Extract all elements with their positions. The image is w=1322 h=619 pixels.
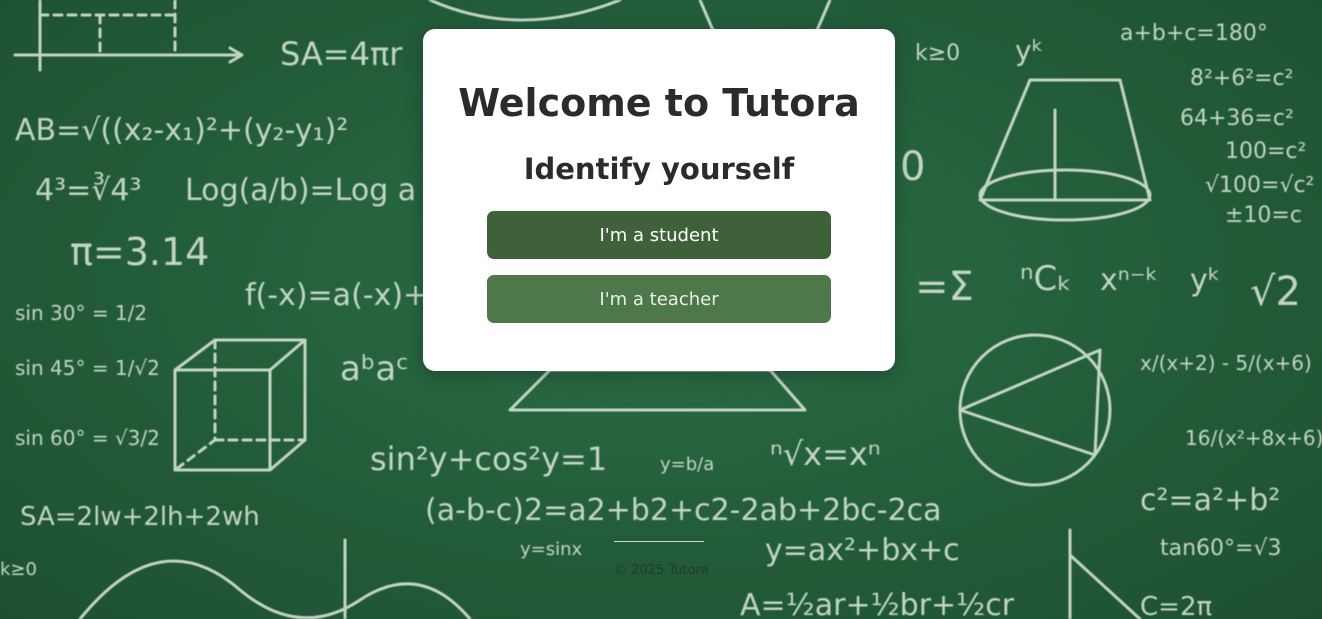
svg-text:±10=c: ±10=c — [1225, 203, 1302, 228]
svg-text:16/(x²+8x+6): 16/(x²+8x+6) — [1185, 426, 1322, 450]
svg-text:tan60°=√3: tan60°=√3 — [1160, 536, 1282, 561]
student-button[interactable]: I'm a student — [487, 211, 831, 259]
svg-text:k≥0: k≥0 — [0, 559, 37, 580]
svg-text:64+36=c²: 64+36=c² — [1180, 106, 1294, 131]
svg-text:x/(x+2) - 5/(x+6): x/(x+2) - 5/(x+6) — [1140, 351, 1312, 375]
svg-text:y=ax²+bx+c: y=ax²+bx+c — [765, 533, 960, 568]
teacher-button[interactable]: I'm a teacher — [487, 275, 831, 323]
svg-text:SA=2lw+2lh+2wh: SA=2lw+2lh+2wh — [20, 502, 260, 532]
svg-text:sin 30° = 1/2: sin 30° = 1/2 — [15, 301, 147, 325]
svg-text:sin 45° = 1/√2: sin 45° = 1/√2 — [15, 356, 160, 380]
svg-text:ⁿ√x=xⁿ: ⁿ√x=xⁿ — [770, 435, 881, 473]
footer-copyright: © 2025 Tutora — [614, 563, 709, 578]
svg-text:100=c²: 100=c² — [1225, 139, 1306, 164]
svg-text:sin²y+cos²y=1: sin²y+cos²y=1 — [370, 440, 607, 478]
svg-text:0: 0 — [900, 144, 925, 190]
svg-text:a+b+c=180°: a+b+c=180° — [1120, 21, 1268, 46]
page-subtitle: Identify yourself — [523, 152, 795, 186]
svg-text:A=½ar+½br+½cr: A=½ar+½br+½cr — [740, 588, 1015, 619]
svg-text:c²=a²+b²: c²=a²+b² — [1140, 483, 1280, 518]
svg-text:AB=√((x₂-x₁)²+(y₂-y₁)²: AB=√((x₂-x₁)²+(y₂-y₁)² — [15, 113, 348, 148]
svg-text:xⁿ⁻ᵏ: xⁿ⁻ᵏ — [1100, 263, 1158, 298]
svg-text:y=b/a: y=b/a — [660, 454, 714, 475]
svg-text:sin 60° = √3/2: sin 60° = √3/2 — [15, 426, 160, 450]
page-title: Welcome to Tutora — [458, 81, 860, 125]
svg-text:ⁿCₖ: ⁿCₖ — [1020, 259, 1072, 299]
svg-text:8²+6²=c²: 8²+6²=c² — [1190, 66, 1293, 91]
svg-text:√2: √2 — [1250, 269, 1301, 315]
svg-text:aᵇaᶜ: aᵇaᶜ — [340, 349, 409, 389]
svg-text:SA=4πr: SA=4πr — [280, 35, 403, 73]
svg-text:=Σ: =Σ — [915, 264, 974, 310]
svg-text:π=3.14: π=3.14 — [70, 230, 209, 274]
svg-text:f(-x)=a(-x)+: f(-x)=a(-x)+ — [245, 278, 428, 313]
svg-text:k≥0: k≥0 — [915, 41, 960, 66]
svg-text:yᵏ: yᵏ — [1015, 34, 1044, 67]
svg-text:(a-b-c)2=a2+b2+c2-2ab+2bc-2ca: (a-b-c)2=a2+b2+c2-2ab+2bc-2ca — [425, 493, 942, 528]
svg-text:4³=∛4³: 4³=∛4³ — [35, 172, 141, 208]
footer-divider — [614, 541, 704, 542]
svg-text:C=2π: C=2π — [1140, 592, 1212, 619]
svg-text:√100=√c²: √100=√c² — [1205, 173, 1314, 198]
svg-text:yᵏ: yᵏ — [1190, 263, 1221, 298]
svg-text:y=sinx: y=sinx — [520, 539, 583, 560]
svg-text:Log(a/b)=Log a: Log(a/b)=Log a — [185, 173, 416, 208]
role-selection-card: Welcome to Tutora Identify yourself I'm … — [423, 29, 895, 371]
